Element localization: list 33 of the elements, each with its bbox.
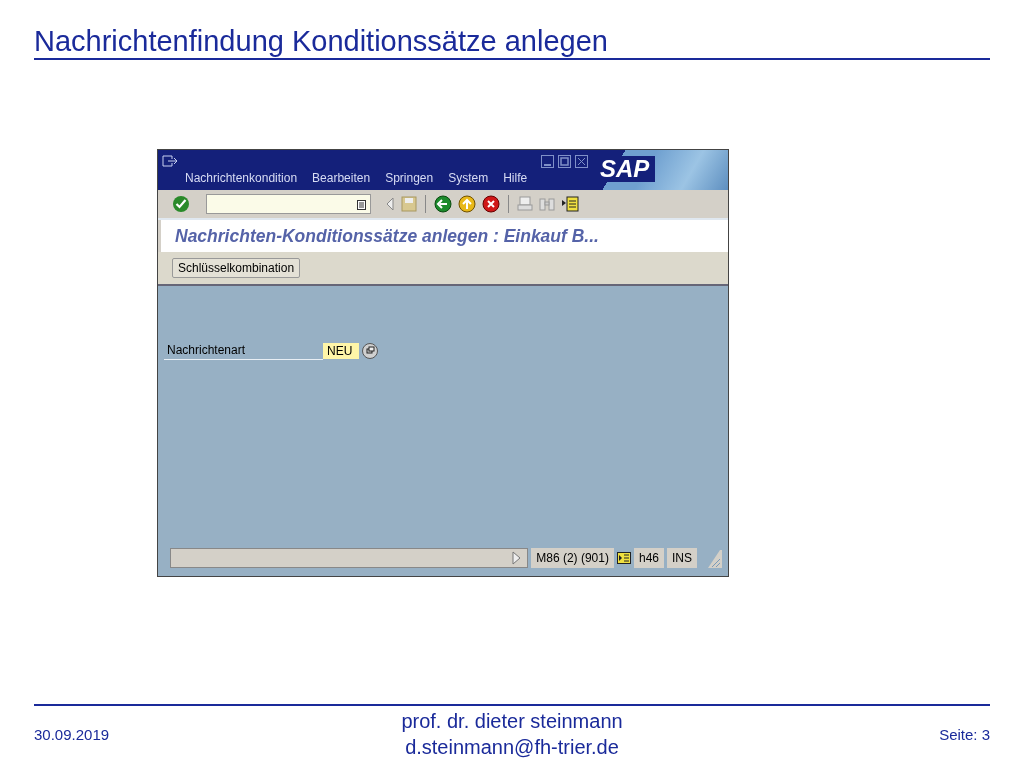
status-field: INS [667,548,697,568]
sap-logo: SAP [598,156,656,182]
footer-email: d.steinmann@fh-trier.de [405,735,619,760]
layout-icon[interactable] [561,196,579,212]
field-label: Nachrichtenart [164,342,323,360]
back-icon[interactable] [434,195,452,213]
slide-title: Nachrichtenfindung Konditionssätze anlegen [34,24,609,58]
footer-author: prof. dr. dieter steinmann [401,709,623,734]
maximize-icon[interactable] [558,154,571,168]
layout-icon[interactable] [616,552,631,564]
footer-date: 30.09.2019 [34,725,111,743]
status-field: h46 [633,548,664,568]
menu-item[interactable]: System [448,171,489,185]
menu-item[interactable]: Nachrichtenkondition [185,171,298,185]
page-number: Seite: 3 [938,725,990,743]
close-icon[interactable] [575,154,588,168]
command-field[interactable] [206,194,371,214]
triangle-right-icon[interactable] [512,551,522,565]
menu-item[interactable]: Hilfe [503,171,528,185]
check-icon[interactable] [172,195,190,213]
menu-item[interactable]: Springen [385,171,434,185]
window-menu-icon[interactable] [162,155,178,167]
key-combination-button[interactable]: Schlüsselkombination [172,258,301,278]
menu-item[interactable]: Bearbeiten [312,171,371,185]
minimize-icon[interactable] [541,154,554,168]
clipboard-icon [357,198,366,210]
triangle-left-icon[interactable] [385,197,395,211]
status-field: M86 (2) (901) [531,548,614,568]
input-field[interactable]: NEU [323,343,359,359]
up-icon[interactable] [458,195,476,213]
screen-title: Nachrichten-Konditionssätze anlegen : Einkauf B... [175,225,599,247]
search-help-icon[interactable] [362,343,378,359]
cancel-icon[interactable] [482,195,500,213]
